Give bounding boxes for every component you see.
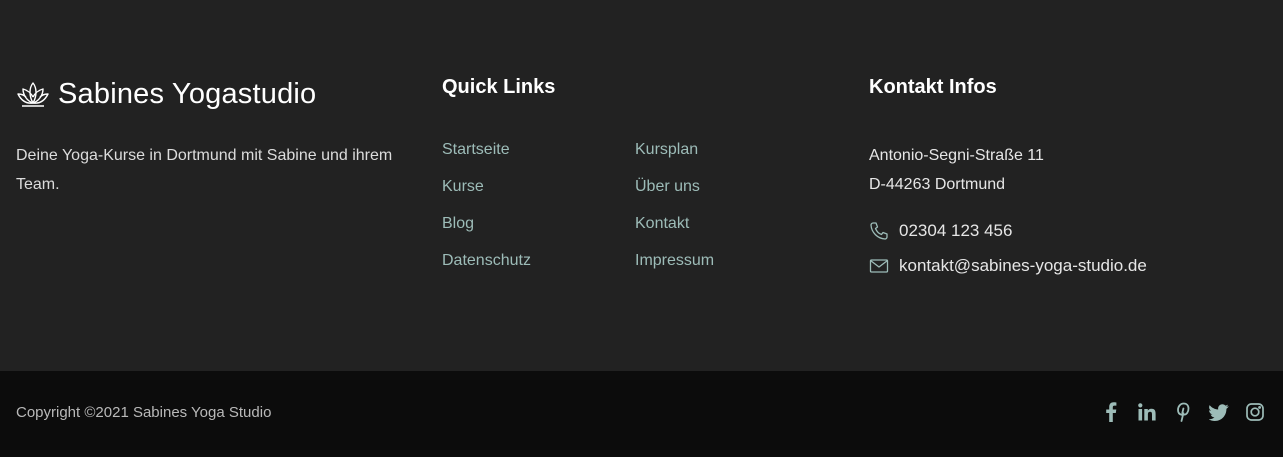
link-kontakt[interactable]: Kontakt: [635, 215, 689, 233]
copyright-text: Copyright ©2021 Sabines Yoga Studio: [16, 404, 272, 421]
lotus-icon: [16, 79, 50, 111]
envelope-icon: [869, 256, 889, 276]
brand-column: Sabines Yogastudio Deine Yoga-Kurse in D…: [16, 78, 416, 199]
quick-links-title: Quick Links: [442, 76, 556, 98]
link-ueber-uns[interactable]: Über uns: [635, 178, 700, 196]
link-blog[interactable]: Blog: [442, 215, 474, 233]
facebook-icon[interactable]: [1101, 402, 1121, 422]
link-datenschutz[interactable]: Datenschutz: [442, 252, 531, 270]
address-street: Antonio-Segni-Straße 11: [869, 147, 1044, 164]
brand[interactable]: Sabines Yogastudio: [16, 78, 416, 111]
link-impressum[interactable]: Impressum: [635, 252, 714, 270]
contact-title: Kontakt Infos: [869, 76, 997, 98]
phone-link[interactable]: 02304 123 456: [899, 221, 1012, 241]
link-kurse[interactable]: Kurse: [442, 178, 484, 196]
email-row: kontakt@sabines-yoga-studio.de: [869, 256, 1269, 276]
address-city: D-44263 Dortmund: [869, 176, 1006, 193]
email-link[interactable]: kontakt@sabines-yoga-studio.de: [899, 256, 1147, 276]
footer-main: Sabines Yogastudio Deine Yoga-Kurse in D…: [0, 0, 1283, 371]
instagram-icon[interactable]: [1245, 402, 1265, 422]
pinterest-icon[interactable]: [1173, 402, 1193, 422]
phone-row: 02304 123 456: [869, 221, 1269, 241]
contact-column: Kontakt Infos Antonio-Segni-Straße 11 D-…: [869, 76, 1269, 276]
quick-links-column: Quick Links Startseite Kursplan Kurse Üb…: [442, 76, 842, 291]
address: Antonio-Segni-Straße 11 D-44263 Dortmund: [869, 141, 1269, 199]
link-startseite[interactable]: Startseite: [442, 141, 510, 159]
link-kursplan[interactable]: Kursplan: [635, 141, 698, 159]
twitter-icon[interactable]: [1209, 402, 1229, 422]
social-links: [1101, 402, 1265, 422]
brand-description: Deine Yoga-Kurse in Dortmund mit Sabine …: [16, 147, 393, 193]
quick-links-list: Startseite Kursplan Kurse Über uns Blog …: [442, 141, 842, 291]
brand-name: Sabines Yogastudio: [58, 78, 317, 110]
phone-icon: [869, 221, 889, 241]
linkedin-icon[interactable]: [1137, 402, 1157, 422]
footer-bottom-bar: Copyright ©2021 Sabines Yoga Studio: [0, 371, 1283, 457]
